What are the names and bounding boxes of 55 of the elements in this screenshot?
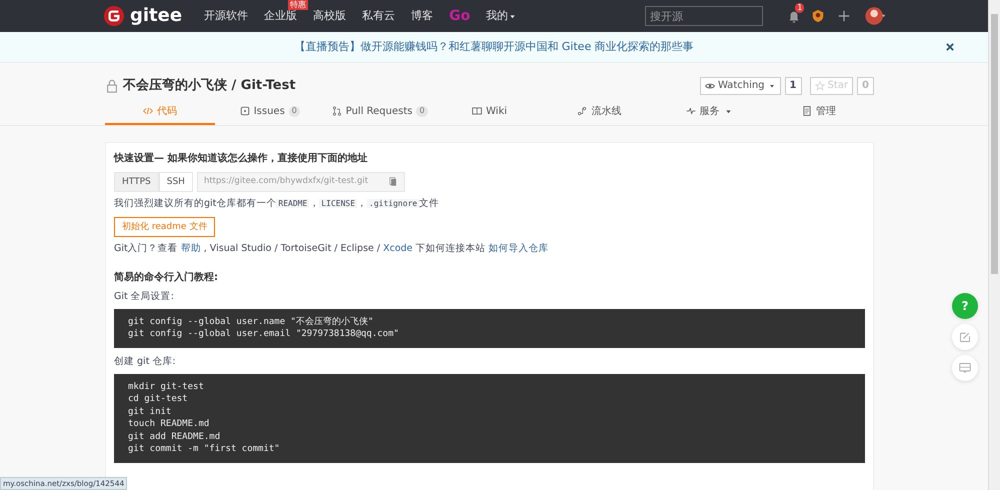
repo-tab[interactable]: Pull Requests 0 [324,100,435,126]
edit-icon [959,331,971,343]
help-link[interactable]: 如何导入仓库 [488,242,549,254]
logo-icon[interactable] [104,6,124,26]
nav-link[interactable]: 私有云 [362,8,396,24]
issue-icon [240,106,250,116]
repo-tab[interactable]: 管理 [764,100,874,126]
protocol-tab[interactable]: HTTPS [114,172,159,192]
pull-request-icon [332,106,342,116]
pulse-icon [686,106,696,116]
star-count: 0 [857,77,874,95]
section-title: 快速设置— 如果你知道该怎么操作，直接使用下面的地址 [114,152,368,166]
section-label: Git 全局设置: [114,290,175,304]
code-icon [142,106,153,116]
help-link[interactable]: Xcode [383,242,413,254]
logo-text[interactable]: gitee [130,4,182,28]
star-icon [814,80,825,91]
hot-badge: 特惠 [288,0,308,10]
pipeline-icon [577,106,588,116]
protocol-tab[interactable]: SSH [158,172,193,192]
repo-title: 不会压弯的小飞侠 / Git-Test [123,77,296,95]
copy-icon[interactable] [388,176,398,187]
repo-tab[interactable]: 服务 [654,100,764,126]
announcement-link[interactable]: 【直播预告】做开源能赚钱吗？和红薯聊聊开源中国和 Gitee 商业化探索的那些事 [294,40,694,54]
eye-icon [704,80,715,91]
recommendation-text: 我们强烈建议所有的git仓库都有一个 README ， LICENSE ， .gitignore 文件 [114,198,440,210]
watch-count: 1 [784,77,802,95]
chat-icon [959,362,971,374]
help-link[interactable]: 帮助 [180,242,201,254]
search-field[interactable]: 搜开源 [645,6,764,26]
help-text: Git入门？查看 帮助 , Visual Studio / TortoiseGit / Eclipse / Xcode 下如何连接本站 如何导入仓库 [114,242,550,256]
book-icon [472,106,482,116]
bell-icon[interactable] [787,10,802,24]
lock-icon [105,78,119,93]
section-label: 创建 git 仓库: [114,356,177,369]
watch-button[interactable]: Watching [700,77,781,95]
scrollbar[interactable] [988,0,1000,490]
section-title: 简易的命令行入门教程: [114,271,219,285]
nav-link[interactable]: 博客 [411,8,434,24]
code-block: git config --global user.name "不会压弯的小飞侠" git config --global user.email "2979738138@qq.com" [114,308,865,348]
code-block: mkdir git-test cd git-test git init touch README.md git add README.md git commit -m "first commit" [114,374,865,463]
notification-badge: 1 [795,2,804,13]
close-icon[interactable] [945,42,955,52]
count-badge: 0 [288,106,300,117]
repo-tab[interactable]: Wiki [434,100,544,126]
shield-icon[interactable] [811,8,826,24]
document-icon [802,106,812,116]
plus-icon[interactable] [837,9,852,23]
nav-menu[interactable]: 我的 [486,8,518,24]
repo-tab[interactable]: 流水线 [544,100,654,126]
count-badge: 0 [416,106,428,117]
nav-link[interactable]: 高校版 [313,8,346,24]
nav-link[interactable]: 企业版 [264,8,298,24]
nav-link[interactable]: 开源软件 [204,8,248,24]
repo-tab[interactable]: Issues 0 [214,100,325,126]
